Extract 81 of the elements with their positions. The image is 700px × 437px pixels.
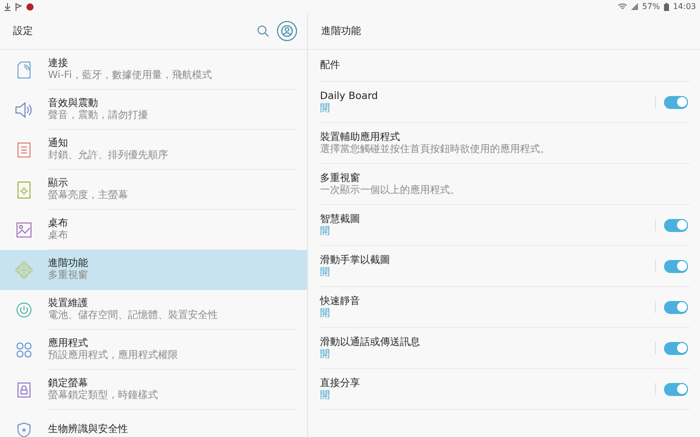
category-subtitle: 電池、儲存空間、記憶體、裝置安全性 <box>48 310 219 322</box>
toggle-status: 開 <box>320 390 331 402</box>
category-title: 進階功能 <box>48 257 89 270</box>
feature-row[interactable]: Daily Board 開 <box>320 82 690 123</box>
toggle-switch[interactable] <box>664 96 688 108</box>
feature-title: 滑動以通話或傳送訊息 <box>320 336 421 348</box>
clock-time: 14:03 <box>672 2 696 11</box>
feature-row[interactable]: 多重視窗 一次顯示一個以上的應用程式。 <box>320 164 690 205</box>
toggle-switch[interactable] <box>664 342 688 354</box>
feature-row[interactable]: 滑動手掌以截圖 開 <box>320 246 690 287</box>
settings-category[interactable]: 鎖定螢幕 螢幕鎖定類型，時鐘樣式 <box>0 370 307 410</box>
category-subtitle: 螢幕亮度，主螢幕 <box>48 190 129 202</box>
feature-title: 快速靜音 <box>320 294 361 308</box>
toggle-switch[interactable] <box>664 382 688 396</box>
feature-row[interactable]: 智慧截圖 開 <box>320 205 690 246</box>
category-subtitle: 多重視窗 <box>48 270 89 282</box>
section-heading[interactable]: 配件 <box>320 59 690 72</box>
toggle-status: 開 <box>320 266 331 278</box>
search-button[interactable] <box>257 25 269 37</box>
feature-row[interactable]: 裝置輔助應用程式 選擇當您觸碰並按住首頁按鈕時欲使用的應用程式。 <box>320 123 690 164</box>
feature-title: 滑動手掌以截圖 <box>320 254 391 266</box>
category-subtitle: 聲音，震動，請勿打擾 <box>48 110 149 122</box>
toggle-status: 開 <box>320 226 331 238</box>
feature-row[interactable]: 直接分享 開 <box>320 369 690 410</box>
category-title: 桌布 <box>48 217 69 230</box>
category-title: 通知 <box>48 137 69 150</box>
category-subtitle: 預設應用程式，應用程式權限 <box>48 350 179 362</box>
settings-category[interactable]: 顯示 螢幕亮度，主螢幕 <box>0 170 307 210</box>
category-subtitle: 桌布 <box>48 230 69 242</box>
feature-title: 裝置輔助應用程式 <box>320 130 401 144</box>
notification-panel-icon <box>17 142 31 158</box>
toggle-switch[interactable] <box>664 260 688 272</box>
signal-icon <box>631 3 638 10</box>
toggle-switch[interactable] <box>664 300 688 314</box>
category-title: 連接 <box>48 57 69 70</box>
category-title: 音效與震動 <box>48 97 99 110</box>
settings-category[interactable]: 通知 封鎖、允許、排列優先順序 <box>0 130 307 170</box>
feature-title: 多重視窗 <box>320 172 361 184</box>
app-notification-icon <box>26 2 34 10</box>
feature-description: 選擇當您觸碰並按住首頁按鈕時欲使用的應用程式。 <box>320 144 551 156</box>
settings-category[interactable]: 音效與震動 聲音，震動，請勿打擾 <box>0 90 307 130</box>
toggle-status: 開 <box>320 348 331 360</box>
settings-category[interactable]: 應用程式 預設應用程式，應用程式權限 <box>0 330 307 370</box>
category-title: 顯示 <box>48 177 69 190</box>
category-title: 生物辨識與安全性 <box>48 423 129 436</box>
speaker-icon <box>15 102 33 118</box>
toggle-status: 開 <box>320 308 331 320</box>
phone-signal-icon <box>17 61 31 79</box>
power-circle-icon <box>16 302 32 318</box>
account-button[interactable] <box>277 21 297 41</box>
settings-category[interactable]: 進階功能 多重視窗 <box>0 250 307 290</box>
category-subtitle: Wi-Fi，藍牙，數據使用量，飛航模式 <box>48 70 213 82</box>
app-grid-icon <box>16 342 32 358</box>
category-title: 裝置維護 <box>48 297 89 310</box>
category-subtitle: 螢幕鎖定類型，時鐘樣式 <box>48 390 159 402</box>
shield-plus-icon <box>17 422 31 437</box>
download-icon <box>4 2 11 10</box>
settings-title: 設定 <box>13 24 34 38</box>
feature-title: Daily Board <box>320 90 379 102</box>
gear-plus-icon <box>15 261 33 279</box>
feature-description: 一次顯示一個以上的應用程式。 <box>320 184 461 196</box>
battery-percent: 57% <box>642 2 660 11</box>
settings-category[interactable]: 連接 Wi-Fi，藍牙，數據使用量，飛航模式 <box>0 50 307 90</box>
picture-icon <box>16 222 32 238</box>
feature-row[interactable]: 快速靜音 開 <box>320 287 690 328</box>
page-title: 進階功能 <box>321 24 362 38</box>
feature-title: 智慧截圖 <box>320 212 361 226</box>
display-brightness-icon <box>17 181 31 199</box>
lock-icon <box>17 382 31 398</box>
category-subtitle: 封鎖、允許、排列優先順序 <box>48 150 169 162</box>
feature-row[interactable]: 滑動以通話或傳送訊息 開 <box>320 328 690 369</box>
wifi-icon <box>618 3 628 10</box>
settings-category[interactable]: 生物辨識與安全性 <box>0 410 307 437</box>
flag-icon <box>15 2 22 10</box>
toggle-switch[interactable] <box>664 218 688 232</box>
toggle-status: 開 <box>320 102 331 114</box>
category-title: 應用程式 <box>48 337 89 350</box>
battery-icon <box>664 2 669 10</box>
settings-category[interactable]: 裝置維護 電池、儲存空間、記憶體、裝置安全性 <box>0 290 307 330</box>
feature-title: 直接分享 <box>320 376 361 390</box>
category-title: 鎖定螢幕 <box>48 377 89 390</box>
